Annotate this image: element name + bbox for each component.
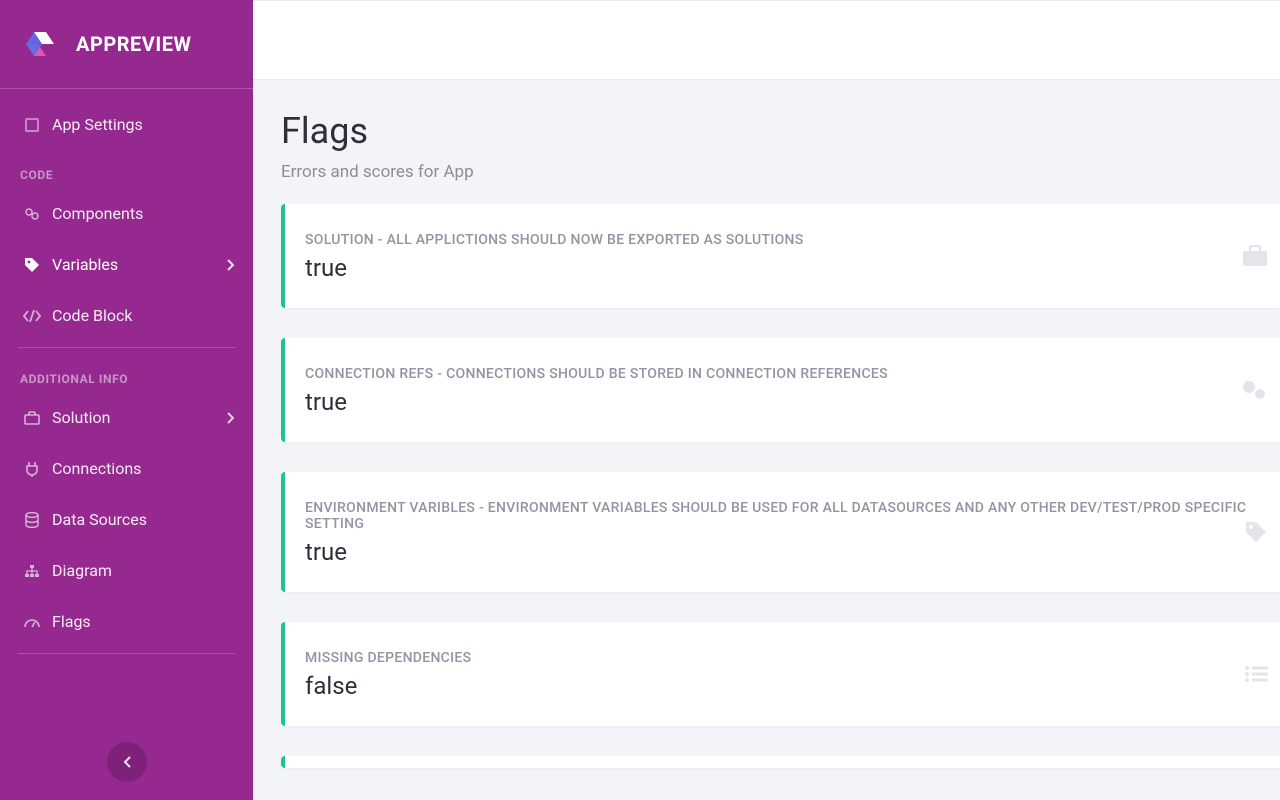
sidebar-item-label: Variables	[52, 255, 118, 274]
sidebar-item-label: Code Block	[52, 306, 132, 325]
tag-icon	[1244, 520, 1268, 544]
gears-icon	[20, 206, 44, 222]
page-title: Flags	[281, 110, 1280, 152]
chevron-left-icon	[123, 756, 131, 768]
sidebar-item-code-block[interactable]: Code Block	[0, 290, 253, 341]
chevron-right-icon	[227, 259, 235, 271]
card-value: true	[305, 388, 1256, 416]
square-icon	[20, 118, 44, 132]
topbar	[253, 0, 1280, 80]
sitemap-icon	[20, 564, 44, 578]
page-header: Flags Errors and scores for App	[253, 100, 1280, 204]
sidebar-item-data-sources[interactable]: Data Sources	[0, 494, 253, 545]
sidebar-item-diagram[interactable]: Diagram	[0, 545, 253, 596]
flag-card-connection-refs: CONNECTION REFS - CONNECTIONS SHOULD BE …	[281, 338, 1280, 442]
divider	[18, 347, 235, 348]
sidebar-item-components[interactable]: Components	[0, 188, 253, 239]
sidebar-item-label: Data Sources	[52, 510, 147, 529]
sidebar-section-code: CODE	[0, 150, 253, 188]
briefcase-icon	[1242, 245, 1268, 267]
card-label: CONNECTION REFS - CONNECTIONS SHOULD BE …	[305, 366, 1256, 382]
database-icon	[20, 512, 44, 528]
sidebar-item-app-settings[interactable]: App Settings	[0, 99, 253, 150]
collapse-sidebar-button[interactable]	[107, 742, 147, 782]
card-label: MISSING DEPENDENCIES	[305, 650, 1256, 666]
flag-card-env-variables: ENVIRONMENT VARIBLES - ENVIRONMENT VARIA…	[281, 472, 1280, 592]
brand: APPREVIEW	[0, 0, 253, 89]
brand-logo-icon	[22, 26, 58, 62]
flag-card-partial	[281, 756, 1280, 768]
plug-icon	[20, 461, 44, 477]
page-subtitle: Errors and scores for App	[281, 162, 1280, 182]
tag-icon	[20, 257, 44, 273]
divider	[18, 653, 235, 654]
sidebar-item-label: Flags	[52, 612, 91, 631]
sidebar-item-label: Connections	[52, 459, 141, 478]
sidebar-item-label: Diagram	[52, 561, 112, 580]
flag-card-missing-deps: MISSING DEPENDENCIES false	[281, 622, 1280, 726]
sidebar-item-label: Components	[52, 204, 143, 223]
main: Flags Errors and scores for App SOLUTION…	[253, 0, 1280, 800]
card-value: true	[305, 254, 1256, 282]
card-label: SOLUTION - ALL APPLICTIONS SHOULD NOW BE…	[305, 232, 1256, 248]
sidebar-item-connections[interactable]: Connections	[0, 443, 253, 494]
card-value: true	[305, 538, 1256, 566]
sidebar-section-additional: ADDITIONAL INFO	[0, 354, 253, 392]
chevron-right-icon	[227, 412, 235, 424]
sidebar-item-variables[interactable]: Variables	[0, 239, 253, 290]
sidebar-item-solution[interactable]: Solution	[0, 392, 253, 443]
briefcase-icon	[20, 411, 44, 425]
gears-icon	[1240, 378, 1268, 402]
flag-card-solution: SOLUTION - ALL APPLICTIONS SHOULD NOW BE…	[281, 204, 1280, 308]
sidebar-item-label: App Settings	[52, 115, 143, 134]
sidebar-item-flags[interactable]: Flags	[0, 596, 253, 647]
content: Flags Errors and scores for App SOLUTION…	[253, 80, 1280, 800]
card-value: false	[305, 672, 1256, 700]
gauge-icon	[20, 616, 44, 628]
code-icon	[20, 309, 44, 323]
sidebar-item-label: Solution	[52, 408, 110, 427]
list-icon	[1244, 665, 1268, 683]
nav: App Settings CODE Components Variables	[0, 89, 253, 732]
card-label: ENVIRONMENT VARIBLES - ENVIRONMENT VARIA…	[305, 500, 1256, 532]
sidebar: APPREVIEW App Settings CODE Components	[0, 0, 253, 800]
brand-title: APPREVIEW	[76, 32, 191, 56]
